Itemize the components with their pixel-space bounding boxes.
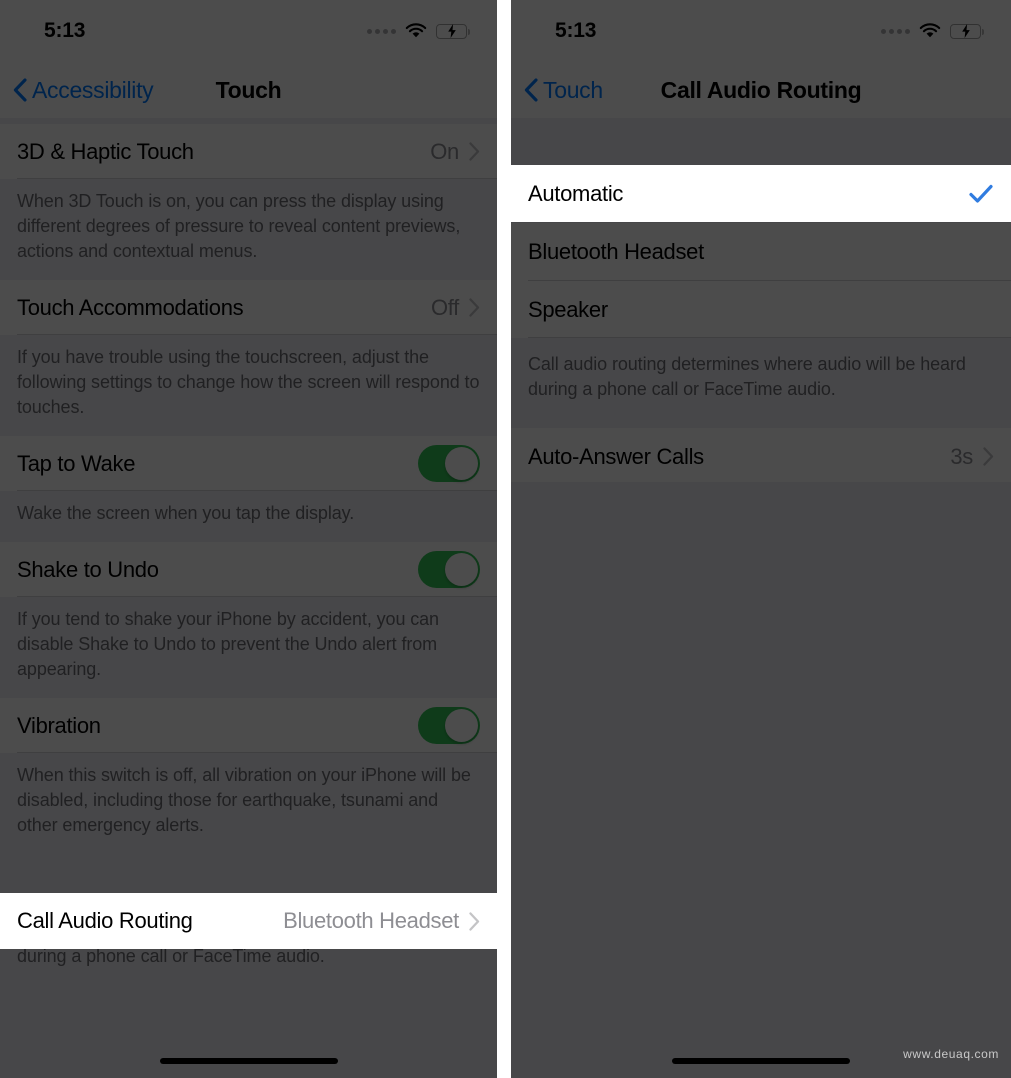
row-value: 3s	[950, 443, 973, 469]
row-label: Auto-Answer Calls	[528, 443, 704, 469]
left-phone-screen: 5:13 Accessibility Touch 3D & Haptic Tou…	[0, 0, 497, 1078]
status-bar-right: 5:13	[511, 0, 1011, 62]
signal-dots-icon	[367, 28, 396, 34]
chevron-left-icon	[524, 78, 538, 102]
footer-touch-accommodations: If you have trouble using the touchscree…	[0, 335, 497, 436]
toggle-shake-to-undo[interactable]	[418, 551, 480, 588]
chevron-right-icon	[983, 447, 994, 466]
toggle-vibration[interactable]	[418, 707, 480, 744]
status-time: 5:13	[44, 19, 86, 42]
row-tap-to-wake[interactable]: Tap to Wake	[0, 436, 497, 491]
watermark: www.deuaq.com	[903, 1047, 999, 1061]
panel-gutter	[497, 0, 511, 1078]
row-3d-haptic-touch[interactable]: 3D & Haptic Touch On	[0, 124, 497, 179]
row-label: Shake to Undo	[17, 556, 159, 582]
signal-dots-icon	[881, 28, 910, 34]
checkmark-icon	[969, 184, 993, 203]
row-vibration[interactable]: Vibration	[0, 698, 497, 753]
back-button-touch[interactable]: Touch	[511, 77, 603, 104]
footer-tap-to-wake: Wake the screen when you tap the display…	[0, 491, 497, 542]
row-label: Touch Accommodations	[17, 294, 244, 320]
bottom-filler	[511, 482, 1011, 1078]
back-button-accessibility[interactable]: Accessibility	[0, 76, 154, 104]
back-button-label: Touch	[543, 76, 603, 103]
row-label: Automatic	[528, 180, 624, 206]
screenshot-root: 5:13 Accessibility Touch 3D & Haptic Tou…	[0, 0, 1011, 1078]
footer-shake-to-undo: If you tend to shake your iPhone by acci…	[0, 597, 497, 698]
battery-charging-icon	[950, 23, 985, 39]
row-value: On	[430, 138, 459, 164]
row-value: Bluetooth Headset	[283, 908, 459, 933]
row-label: Vibration	[17, 712, 101, 738]
row-speaker[interactable]: Speaker	[511, 281, 1011, 338]
chevron-right-icon	[469, 142, 480, 161]
footer-3d-haptic-touch: When 3D Touch is on, you can press the d…	[0, 179, 497, 280]
footer-vibration: When this switch is off, all vibration o…	[0, 753, 497, 854]
chevron-right-icon	[469, 911, 480, 931]
row-automatic[interactable]: Automatic	[511, 165, 1011, 222]
row-label: Tap to Wake	[17, 450, 136, 476]
wifi-icon	[405, 23, 427, 38]
row-shake-to-undo[interactable]: Shake to Undo	[0, 542, 497, 597]
wifi-icon	[919, 23, 941, 38]
back-button-label: Accessibility	[32, 76, 154, 103]
nav-bar-right: Touch Call Audio Routing	[511, 62, 1011, 118]
row-label: Bluetooth Headset	[528, 239, 704, 264]
row-bluetooth-headset[interactable]: Bluetooth Headset	[511, 223, 1011, 281]
chevron-right-icon	[469, 298, 480, 317]
row-touch-accommodations[interactable]: Touch Accommodations Off	[0, 280, 497, 335]
status-indicators	[367, 23, 471, 39]
battery-charging-icon	[436, 23, 471, 39]
home-indicator-left[interactable]	[0, 1044, 497, 1078]
row-call-audio-routing[interactable]: Call Audio Routing Bluetooth Headset	[0, 893, 497, 949]
row-label: Call Audio Routing	[17, 908, 193, 933]
toggle-tap-to-wake[interactable]	[418, 445, 480, 482]
row-auto-answer-calls[interactable]: Auto-Answer Calls 3s	[511, 428, 1011, 485]
group-spacer	[511, 118, 1011, 166]
status-indicators	[881, 23, 985, 39]
status-bar-left: 5:13	[0, 0, 497, 62]
footer-call-audio-routing: Call audio routing determines where audi…	[511, 338, 1011, 428]
row-label: 3D & Haptic Touch	[17, 138, 194, 164]
nav-bar-left: Accessibility Touch	[0, 62, 497, 118]
row-value: Off	[430, 294, 459, 320]
right-phone-screen: 5:13 Touch Call Audio Routing Bluetooth …	[511, 0, 1011, 1078]
chevron-left-icon	[13, 78, 27, 102]
row-label: Speaker	[528, 296, 608, 322]
right-screen-content: 5:13 Touch Call Audio Routing Bluetooth …	[511, 0, 1011, 1078]
status-time: 5:13	[555, 19, 597, 42]
